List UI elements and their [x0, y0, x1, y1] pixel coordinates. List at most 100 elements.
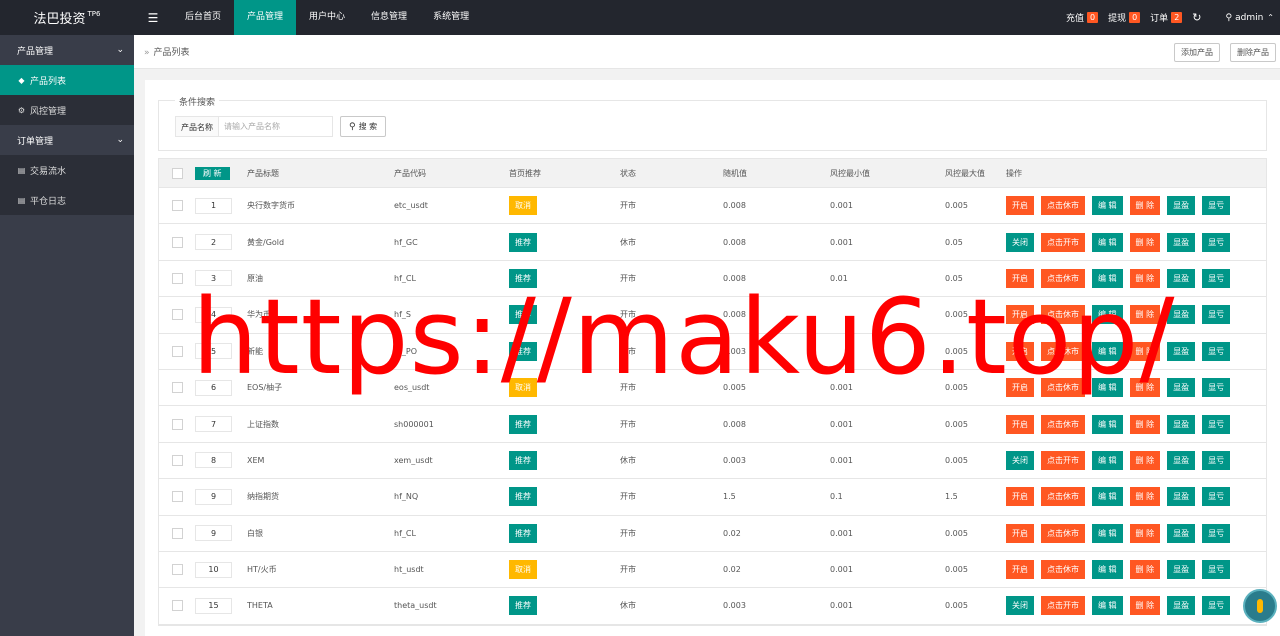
- delete-button[interactable]: 删 除: [1129, 450, 1161, 470]
- show-loss-button[interactable]: 显亏: [1202, 560, 1231, 580]
- chat-float-button[interactable]: [1243, 589, 1277, 623]
- toggle-button[interactable]: 开启: [1006, 341, 1034, 361]
- nav-item[interactable]: 系统管理: [420, 0, 482, 35]
- sort-input[interactable]: [195, 306, 232, 323]
- show-loss-button[interactable]: 显亏: [1202, 596, 1231, 616]
- toggle-button[interactable]: 开启: [1006, 523, 1034, 543]
- recommend-button[interactable]: 推荐: [509, 232, 537, 252]
- sort-input[interactable]: [195, 525, 232, 542]
- delete-button[interactable]: 删 除: [1129, 232, 1161, 252]
- row-checkbox[interactable]: [171, 272, 183, 284]
- edit-button[interactable]: 编 辑: [1092, 268, 1123, 288]
- row-checkbox[interactable]: [171, 527, 183, 539]
- sidebar-group[interactable]: 订单管理 ⌄: [0, 125, 134, 155]
- sidebar-group[interactable]: 产品管理 ⌄: [0, 35, 134, 65]
- edit-button[interactable]: 编 辑: [1092, 487, 1123, 507]
- edit-button[interactable]: 编 辑: [1092, 232, 1123, 252]
- show-loss-button[interactable]: 显亏: [1202, 378, 1231, 398]
- show-profit-button[interactable]: 显盈: [1167, 487, 1196, 507]
- withdraw-link[interactable]: 提现 0: [1108, 11, 1141, 24]
- edit-button[interactable]: 编 辑: [1092, 596, 1123, 616]
- row-checkbox[interactable]: [171, 454, 183, 466]
- market-toggle-button[interactable]: 点击休市: [1041, 305, 1085, 325]
- row-checkbox[interactable]: [171, 564, 183, 576]
- sort-input[interactable]: [195, 452, 232, 469]
- user-menu[interactable]: ⚲ admin ⌃: [1226, 13, 1275, 23]
- recommend-button[interactable]: 取消: [509, 196, 537, 216]
- recommend-button[interactable]: 推荐: [509, 596, 537, 616]
- delete-button[interactable]: 删 除: [1129, 596, 1161, 616]
- toggle-button[interactable]: 关闭: [1006, 450, 1034, 470]
- edit-button[interactable]: 编 辑: [1092, 196, 1123, 216]
- market-toggle-button[interactable]: 点击休市: [1041, 560, 1085, 580]
- recommend-button[interactable]: 推荐: [509, 523, 537, 543]
- edit-button[interactable]: 编 辑: [1092, 560, 1123, 580]
- market-toggle-button[interactable]: 点击开市: [1041, 450, 1085, 470]
- nav-item[interactable]: 后台首页: [172, 0, 234, 35]
- market-toggle-button[interactable]: 点击开市: [1041, 232, 1085, 252]
- row-checkbox[interactable]: [171, 309, 183, 321]
- delete-button[interactable]: 删 除: [1129, 268, 1161, 288]
- market-toggle-button[interactable]: 点击休市: [1041, 487, 1085, 507]
- market-toggle-button[interactable]: 点击开市: [1041, 596, 1085, 616]
- edit-button[interactable]: 编 辑: [1092, 414, 1123, 434]
- show-loss-button[interactable]: 显亏: [1202, 414, 1231, 434]
- sort-input[interactable]: [195, 561, 232, 578]
- show-loss-button[interactable]: 显亏: [1202, 341, 1231, 361]
- show-profit-button[interactable]: 显盈: [1167, 305, 1196, 325]
- show-profit-button[interactable]: 显盈: [1167, 450, 1196, 470]
- row-checkbox[interactable]: [171, 491, 183, 503]
- recommend-button[interactable]: 推荐: [509, 341, 537, 361]
- delete-product-button[interactable]: 删除产品: [1230, 43, 1276, 62]
- show-loss-button[interactable]: 显亏: [1202, 232, 1231, 252]
- show-loss-button[interactable]: 显亏: [1202, 305, 1231, 325]
- nav-item[interactable]: 信息管理: [358, 0, 420, 35]
- toggle-button[interactable]: 开启: [1006, 268, 1034, 288]
- recharge-link[interactable]: 充值 0: [1066, 11, 1099, 24]
- show-profit-button[interactable]: 显盈: [1167, 232, 1196, 252]
- toggle-button[interactable]: 开启: [1006, 378, 1034, 398]
- sort-input[interactable]: [195, 197, 232, 214]
- show-loss-button[interactable]: 显亏: [1202, 268, 1231, 288]
- toggle-button[interactable]: 开启: [1006, 196, 1034, 216]
- show-profit-button[interactable]: 显盈: [1167, 341, 1196, 361]
- sort-input[interactable]: [195, 270, 232, 287]
- delete-button[interactable]: 删 除: [1129, 414, 1161, 434]
- show-profit-button[interactable]: 显盈: [1167, 268, 1196, 288]
- recommend-button[interactable]: 推荐: [509, 487, 537, 507]
- recommend-button[interactable]: 取消: [509, 378, 537, 398]
- recommend-button[interactable]: 取消: [509, 560, 537, 580]
- edit-button[interactable]: 编 辑: [1092, 341, 1123, 361]
- select-all-checkbox[interactable]: [171, 167, 183, 179]
- toggle-button[interactable]: 开启: [1006, 560, 1034, 580]
- show-loss-button[interactable]: 显亏: [1202, 523, 1231, 543]
- sidebar-item[interactable]: ▤ 交易流水: [0, 155, 134, 185]
- market-toggle-button[interactable]: 点击休市: [1041, 523, 1085, 543]
- show-profit-button[interactable]: 显盈: [1167, 523, 1196, 543]
- recommend-button[interactable]: 推荐: [509, 305, 537, 325]
- show-loss-button[interactable]: 显亏: [1202, 487, 1231, 507]
- toggle-button[interactable]: 开启: [1006, 305, 1034, 325]
- show-profit-button[interactable]: 显盈: [1167, 596, 1196, 616]
- recommend-button[interactable]: 推荐: [509, 268, 537, 288]
- edit-button[interactable]: 编 辑: [1092, 450, 1123, 470]
- sort-input[interactable]: [195, 379, 232, 396]
- delete-button[interactable]: 删 除: [1129, 487, 1161, 507]
- add-product-button[interactable]: 添加产品: [1174, 43, 1220, 62]
- search-button[interactable]: ⚲ 搜 索: [340, 116, 387, 137]
- edit-button[interactable]: 编 辑: [1092, 378, 1123, 398]
- delete-button[interactable]: 删 除: [1129, 341, 1161, 361]
- menu-icon[interactable]: ☰: [134, 0, 172, 35]
- toggle-button[interactable]: 开启: [1006, 414, 1034, 434]
- delete-button[interactable]: 删 除: [1129, 378, 1161, 398]
- delete-button[interactable]: 删 除: [1129, 523, 1161, 543]
- sort-input[interactable]: [195, 416, 232, 433]
- market-toggle-button[interactable]: 点击休市: [1041, 378, 1085, 398]
- sort-input[interactable]: [195, 343, 232, 360]
- market-toggle-button[interactable]: 点击休市: [1041, 341, 1085, 361]
- recommend-button[interactable]: 推荐: [509, 450, 537, 470]
- search-input[interactable]: [218, 116, 333, 137]
- row-checkbox[interactable]: [171, 345, 183, 357]
- refresh-button[interactable]: 刷 新: [195, 166, 230, 180]
- show-profit-button[interactable]: 显盈: [1167, 560, 1196, 580]
